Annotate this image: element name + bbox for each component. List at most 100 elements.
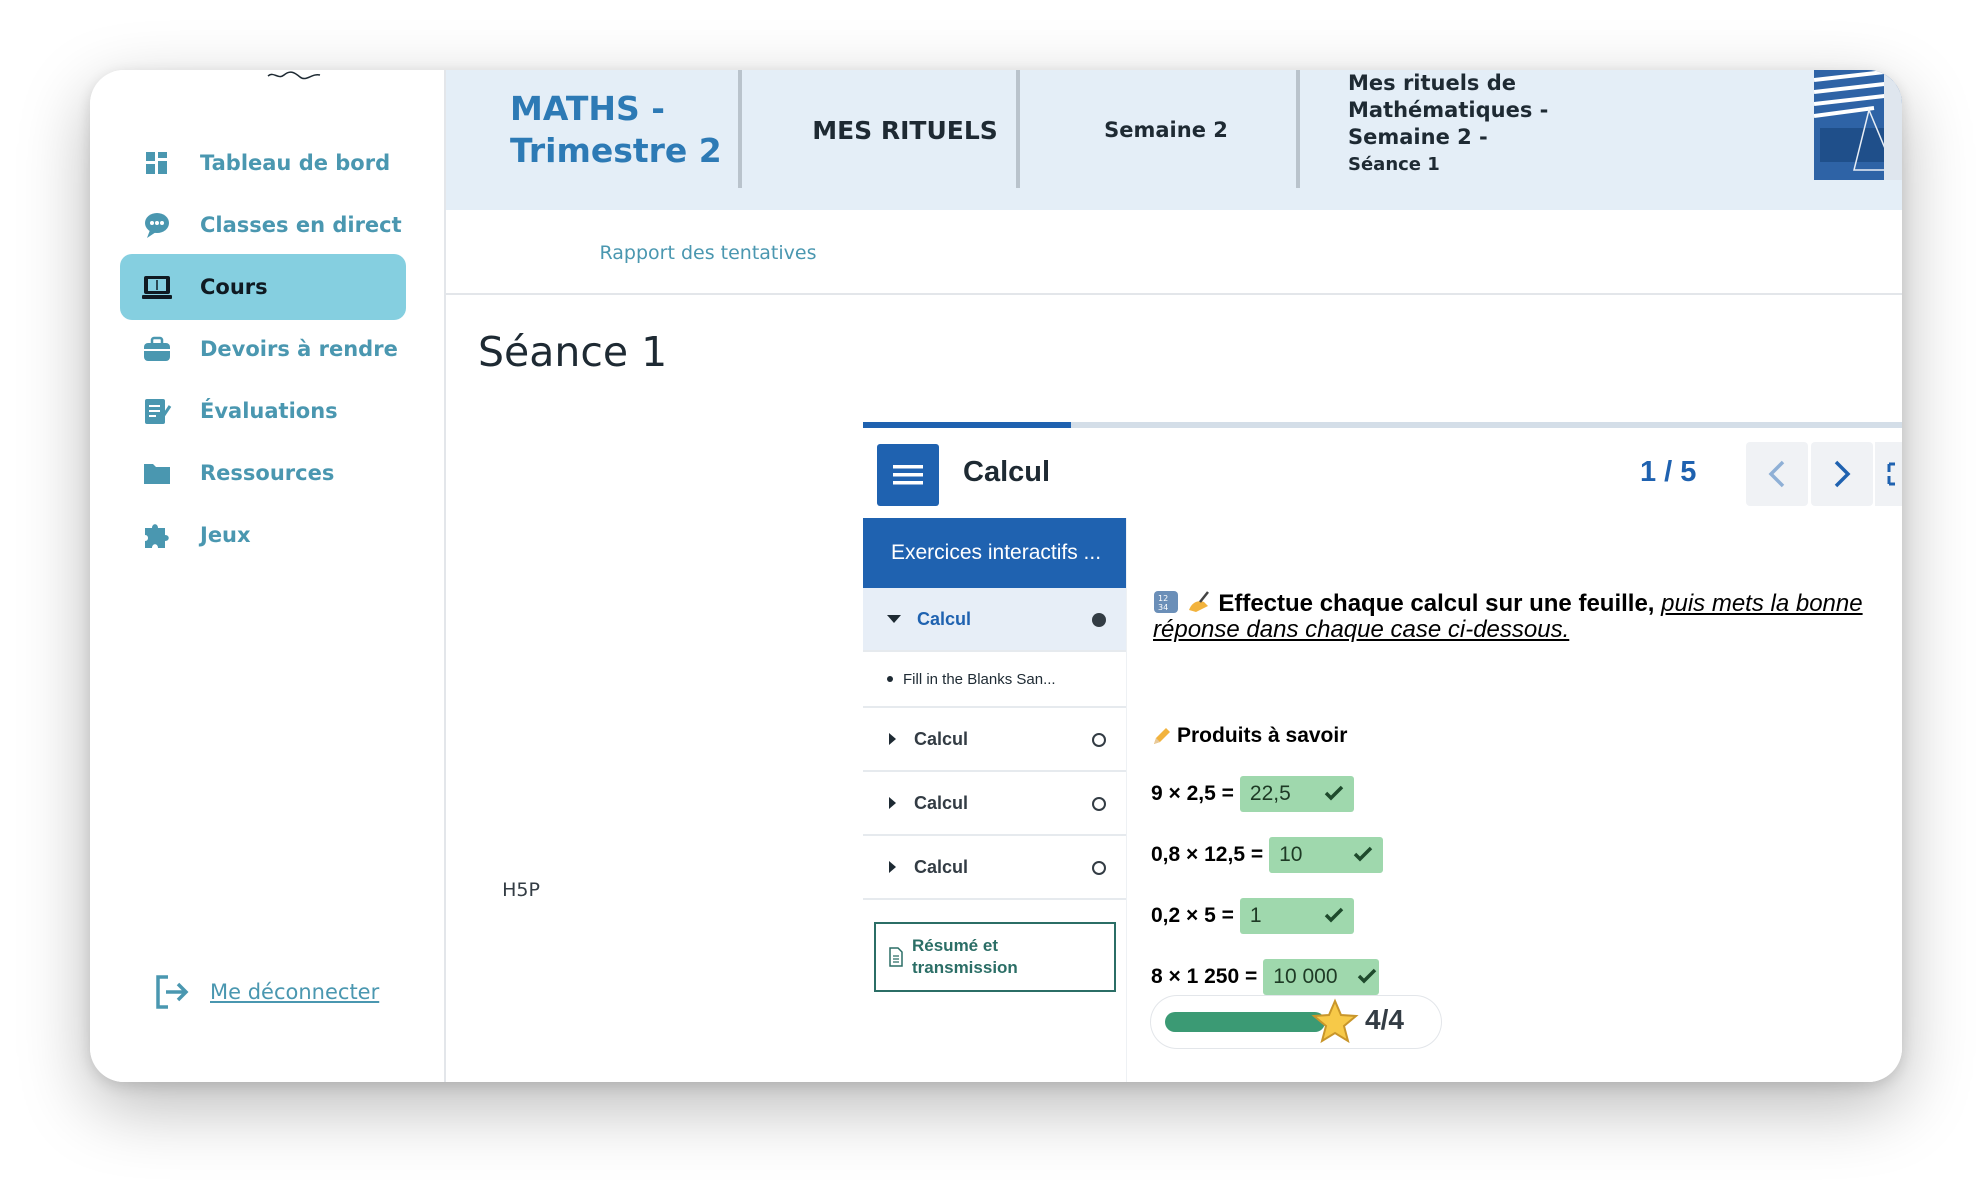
summary-label-line1: Résumé et <box>912 936 998 955</box>
category-title[interactable]: MES RITUELS <box>790 70 1020 190</box>
equation-expression: 0,2 × 5 = <box>1151 904 1234 927</box>
sidebar-item-label: Classes en direct <box>200 213 402 237</box>
toc-subitem-label: Fill in the Blanks San... <box>903 670 1056 688</box>
tab-bar: H5P Rapport des tentatives <box>446 210 1902 1082</box>
live-class-icon <box>140 208 174 242</box>
logout-link[interactable]: Me déconnecter <box>210 980 379 1004</box>
svg-text:12: 12 <box>1158 594 1168 603</box>
section-subtitle: Produits à savoir <box>1151 724 1347 748</box>
caret-right-icon <box>889 861 896 873</box>
status-dot-empty-icon <box>1092 797 1106 811</box>
toc-item[interactable]: Calcul <box>863 708 1126 772</box>
pencil-icon <box>1154 728 1170 744</box>
table-of-contents: Exercices interactifs ... Calcul Fill in… <box>863 518 1127 1082</box>
summary-label-line2: transmission <box>912 958 1018 977</box>
summary-button-label: Résumé et transmission <box>912 935 1018 979</box>
answer-input[interactable]: 10 000 <box>1263 959 1380 995</box>
toc-item-current[interactable]: Calcul <box>863 588 1126 652</box>
answer-input[interactable]: 1 <box>1239 898 1354 934</box>
toc-subitem[interactable]: Fill in the Blanks San... <box>863 652 1126 708</box>
course-book-icon <box>140 270 174 304</box>
toc-item-label: Calcul <box>914 728 969 749</box>
writing-hand-icon <box>1188 591 1209 612</box>
sidebar-item-label: Devoirs à rendre <box>200 337 398 361</box>
previous-page-button[interactable] <box>1746 442 1808 506</box>
score-progress-fill <box>1165 1012 1325 1032</box>
equation-row: 9 × 2,5 = 22,5 <box>1151 776 1354 812</box>
course-title[interactable]: MATHS - Trimestre 2 <box>510 70 740 190</box>
sidebar-item-evaluations[interactable]: Évaluations <box>120 378 406 444</box>
sidebar-item-label: Ressources <box>200 461 335 485</box>
svg-text:34: 34 <box>1158 603 1168 612</box>
tab-h5p[interactable]: H5P <box>478 562 564 1082</box>
toc-item[interactable]: Calcul <box>863 836 1126 900</box>
checklist-icon <box>140 394 174 428</box>
sidebar-item-ressources[interactable]: Ressources <box>120 440 406 506</box>
summary-submit-button[interactable]: Résumé et transmission <box>874 922 1116 992</box>
h5p-toolbar: Calcul 1 / 5 <box>863 428 1902 518</box>
header-divider <box>1296 70 1300 188</box>
toc-header: Exercices interactifs ... <box>863 518 1126 588</box>
status-dot-empty-icon <box>1092 861 1106 875</box>
checkmark-icon <box>1353 846 1373 862</box>
equation-expression: 9 × 2,5 = <box>1151 782 1234 805</box>
sidebar-item-label: Tableau de bord <box>200 151 391 175</box>
caret-down-icon <box>887 615 901 623</box>
caret-right-icon <box>889 797 896 809</box>
sidebar-item-jeux[interactable]: Jeux <box>120 502 406 568</box>
numbers-icon: 1234 <box>1154 591 1178 613</box>
toc-item-label: Calcul <box>917 608 972 629</box>
sidebar-item-label: Cours <box>200 275 268 299</box>
header-divider <box>1016 70 1020 188</box>
sidebar-item-classes-en-direct[interactable]: Classes en direct <box>120 192 406 258</box>
equation-row: 0,2 × 5 = 1 <box>1151 898 1354 934</box>
answer-value: 10 <box>1279 843 1303 866</box>
equation-row: 8 × 1 250 = 10 000 <box>1151 959 1380 995</box>
sidebar-item-cours[interactable]: Cours <box>120 254 406 320</box>
sidebar: Tableau de bord Classes en direct Cours … <box>90 70 446 1082</box>
fullscreen-button[interactable] <box>1875 442 1902 506</box>
puzzle-icon <box>140 518 174 552</box>
logout-icon <box>156 975 189 1009</box>
checkmark-icon <box>1324 785 1344 801</box>
sidebar-item-devoirs[interactable]: Devoirs à rendre <box>120 316 406 382</box>
score-text: 4/4 <box>1365 1004 1404 1035</box>
bullet-icon <box>887 676 893 682</box>
instruction-text: 12 34 Effectue chaque calcul sur une feui… <box>1153 590 1902 643</box>
folder-icon <box>140 456 174 490</box>
answer-input[interactable]: 22,5 <box>1239 776 1354 812</box>
next-page-button[interactable] <box>1811 442 1873 506</box>
instruction-lead: Effectue chaque calcul sur une feuille, <box>1218 590 1655 617</box>
hamburger-icon <box>893 465 923 485</box>
week-title[interactable]: Semaine 2 <box>1066 70 1266 190</box>
logout[interactable]: Me déconnecter <box>152 973 379 1011</box>
answer-input[interactable]: 10 <box>1269 837 1384 873</box>
answer-value: 10 000 <box>1273 965 1338 988</box>
activity-subtitle: Séance 1 <box>1348 154 1440 175</box>
h5p-interactive-book: Calcul 1 / 5 Exercices interactifs ... C… <box>863 422 1902 1082</box>
activity-title-text: Mes rituels de Mathématiques - Semaine 2… <box>1348 71 1549 149</box>
caret-right-icon <box>889 733 896 745</box>
equation-row: 0,8 × 12,5 = 10 <box>1151 837 1384 873</box>
status-dot-filled-icon <box>1092 613 1106 627</box>
chevron-right-icon <box>1834 460 1851 488</box>
equation-expression: 0,8 × 12,5 = <box>1151 843 1264 866</box>
chevron-left-icon <box>1768 460 1785 488</box>
dashboard-icon <box>140 146 174 180</box>
checkmark-icon <box>1358 968 1377 984</box>
sidebar-item-label: Jeux <box>200 523 251 547</box>
toc-menu-button[interactable] <box>877 444 939 506</box>
toc-item[interactable]: Calcul <box>863 772 1126 836</box>
checkmark-icon <box>1324 907 1344 923</box>
document-icon <box>889 947 903 967</box>
header-divider <box>738 70 742 188</box>
fullscreen-icon <box>1887 462 1895 486</box>
score-bar: 4/4 <box>1151 996 1441 1048</box>
sidebar-item-label: Évaluations <box>200 399 338 423</box>
course-header: MATHS - Trimestre 2 MES RITUELS Semaine … <box>446 70 1902 210</box>
tab-rapport[interactable]: Rapport des tentatives <box>580 210 836 295</box>
activity-thumbnail-image <box>1814 70 1902 180</box>
activity-title: Mes rituels de Mathématiques - Semaine 2… <box>1348 70 1598 190</box>
sidebar-item-tableau-de-bord[interactable]: Tableau de bord <box>120 130 406 196</box>
app-window: Tableau de bord Classes en direct Cours … <box>90 70 1902 1082</box>
